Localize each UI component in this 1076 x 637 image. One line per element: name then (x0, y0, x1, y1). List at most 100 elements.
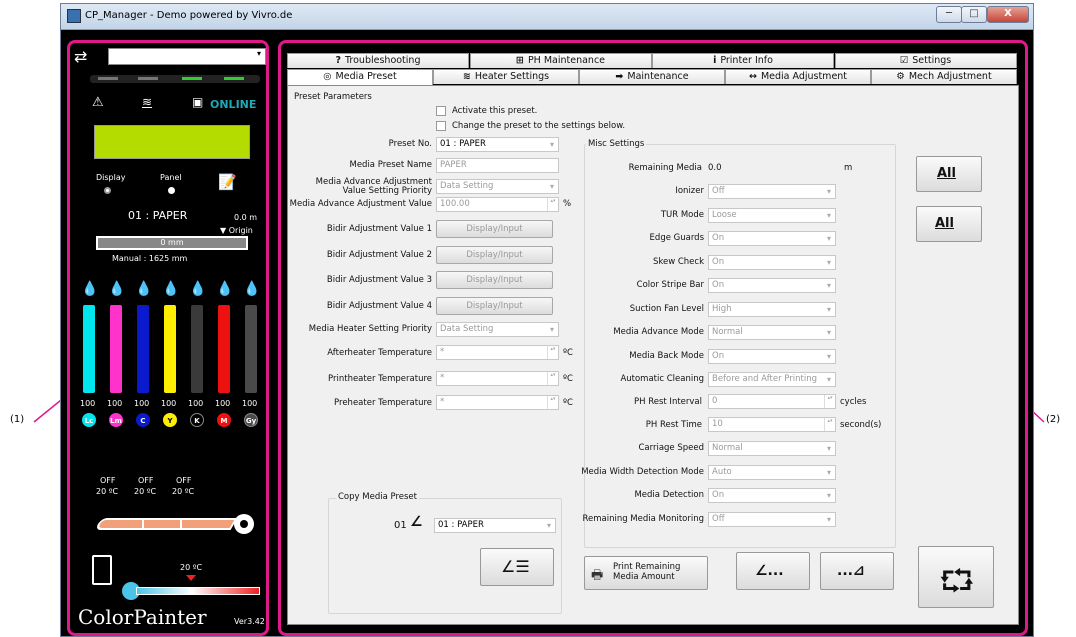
temp-pointer (186, 575, 196, 581)
preheater-input[interactable]: * (436, 395, 559, 410)
tab-label: Media Adjustment (760, 71, 848, 82)
preheater-label: Preheater Temperature (334, 398, 432, 408)
save-all-icon: All (935, 216, 954, 231)
swap-icon[interactable]: ⇄ (74, 47, 87, 66)
misc-select-edge-guards[interactable]: On (708, 231, 836, 246)
ink-bar-fill (218, 305, 230, 393)
misc-select-automatic-cleaning[interactable]: Before and After Printing (708, 372, 836, 387)
heater-temp: 20 ºC (172, 487, 195, 496)
remaining-length: 0.0 m (234, 213, 258, 222)
adv-unit: % (563, 199, 572, 209)
ink-level: 100 (134, 399, 150, 408)
tab-icon: ≋ (462, 71, 471, 82)
rest-interval-input[interactable]: 0 (708, 394, 836, 409)
ink-level: 100 (161, 399, 177, 408)
copy-preset-button[interactable]: ∠☰ (480, 548, 554, 586)
misc-select-carriage-speed[interactable]: Normal (708, 441, 836, 456)
ink-bar (191, 305, 203, 393)
edit-icon[interactable]: 📝 (218, 173, 237, 191)
app-icon (67, 9, 81, 23)
load-preset-button[interactable]: ∠... (736, 552, 810, 590)
ink-code-badge: Lc (82, 413, 96, 427)
status-panel: ⇄ ▾ ⚠ ≋ ▣ ONLINE Display Panel 📝 01 : PA… (67, 40, 269, 636)
priority-select[interactable]: Data Setting (436, 179, 559, 194)
bidir4-button[interactable]: Display/Input (436, 297, 553, 315)
print-remaining-button[interactable]: 🖶 Print Remaining Media Amount (584, 556, 708, 590)
display-radio[interactable] (104, 187, 111, 194)
activate-label: Activate this preset. (452, 106, 538, 116)
misc-label: Ionizer (675, 186, 704, 196)
save-all-button[interactable]: All (916, 206, 982, 242)
print-remaining-label: Print Remaining Media Amount (613, 562, 681, 582)
warning-icon: ⚠ (92, 95, 104, 110)
maximize-button[interactable]: □ (961, 6, 987, 23)
adv-value-input[interactable]: 100.00 (436, 197, 559, 212)
misc-label: Suction Fan Level (629, 303, 704, 314)
misc-select-media-detection[interactable]: On (708, 488, 836, 503)
close-button[interactable]: X (987, 6, 1029, 23)
tab-icon: ➡ (615, 71, 624, 82)
minimize-button[interactable]: ─ (936, 6, 962, 23)
bidir4-label: Bidir Adjustment Value 4 (326, 301, 432, 311)
bidir3-button[interactable]: Display/Input (436, 271, 553, 289)
heater-status: OFF 20 ºC OFF 20 ºC OFF 20 ºC (96, 476, 246, 506)
tab-icon: ⊞ (515, 55, 524, 66)
misc-select-media-back-mode[interactable]: On (708, 348, 836, 364)
heater-temp: 20 ºC (96, 487, 119, 496)
ink-bar-fill (191, 305, 203, 393)
ink-status-icon: ▣ (192, 95, 204, 109)
copy-preset-title: Copy Media Preset (336, 492, 419, 502)
afterheater-input[interactable]: * (436, 345, 559, 360)
preheater-unit: ºC (563, 398, 573, 408)
printer-select[interactable]: ▾ (108, 48, 266, 65)
misc-select-remaining-media-monitoring[interactable]: Off (708, 511, 836, 527)
misc-select-media-advance-mode[interactable]: Normal (708, 325, 836, 340)
remaining-media-unit: m (844, 163, 853, 173)
main-panel: ? Troubleshooting ⊞ PH Maintenance i Printer … (278, 40, 1028, 636)
misc-select-skew-check[interactable]: On (708, 254, 836, 270)
room-thermo-icon (92, 555, 112, 585)
bidir2-button[interactable]: Display/Input (436, 246, 553, 264)
ink-code-badge: Lm (109, 413, 123, 427)
misc-label: Skew Check (652, 256, 704, 267)
misc-label: Media Back Mode (629, 350, 704, 361)
temperature-slider (122, 582, 262, 600)
tab-media-preset[interactable]: ◎ Media Preset (287, 69, 433, 85)
bidir1-button[interactable]: Display/Input (436, 220, 553, 238)
ink-level: 100 (242, 399, 258, 408)
printheater-input[interactable]: * (436, 371, 559, 386)
copy-to-select[interactable]: 01 : PAPER (434, 518, 556, 533)
tab-settings[interactable]: ☑ Settings (834, 53, 1017, 68)
tab-label: Heater Settings (474, 71, 550, 82)
tab-label: PH Maintenance (527, 55, 606, 66)
tab-media-adjustment[interactable]: ↔ Media Adjustment (725, 69, 871, 84)
tab-mech-adjustment[interactable]: ⚙ Mech Adjustment (871, 69, 1017, 84)
apply-button[interactable]: ⮔ (918, 546, 994, 608)
tab-ph-maintenance[interactable]: ⊞ PH Maintenance (469, 53, 652, 68)
panel-radio[interactable] (168, 187, 175, 194)
room-temp: 20 ºC (180, 563, 203, 572)
tab-troubleshooting[interactable]: ? Troubleshooting (287, 53, 469, 68)
title-bar: CP_Manager - Demo powered by Vivro.de ─ … (61, 4, 1033, 30)
tab-maintenance[interactable]: ➡ Maintenance (579, 69, 725, 84)
heater-priority-select[interactable]: Data Setting (436, 322, 559, 337)
preset-name-field[interactable]: PAPER (436, 158, 559, 173)
tab-heater-settings[interactable]: ≋ Heater Settings (433, 69, 579, 84)
misc-label: Color Stripe Bar (636, 280, 704, 290)
preset-no-select[interactable]: 01 : PAPER (436, 137, 559, 152)
misc-select-color-stripe-bar[interactable]: On (708, 278, 836, 293)
misc-select-media-width-detection-mode[interactable]: Auto (708, 464, 836, 480)
load-all-button[interactable]: All (916, 156, 982, 192)
copy-arrow-icon: ∠ (410, 514, 423, 530)
heater-gauge (94, 514, 258, 534)
tab-printer-info[interactable]: i Printer Info (652, 53, 834, 68)
rest-time-input[interactable]: 10 (708, 417, 836, 432)
misc-select-ionizer[interactable]: Off (708, 184, 836, 199)
tab-icon: ☑ (899, 55, 909, 66)
change-checkbox[interactable] (436, 121, 446, 131)
misc-select-tur-mode[interactable]: Loose (708, 207, 836, 223)
misc-select-suction-fan-level[interactable]: High (708, 301, 836, 317)
activate-checkbox[interactable] (436, 106, 446, 116)
ink-bar (245, 305, 257, 393)
save-preset-button[interactable]: ...⊿ (820, 552, 894, 590)
